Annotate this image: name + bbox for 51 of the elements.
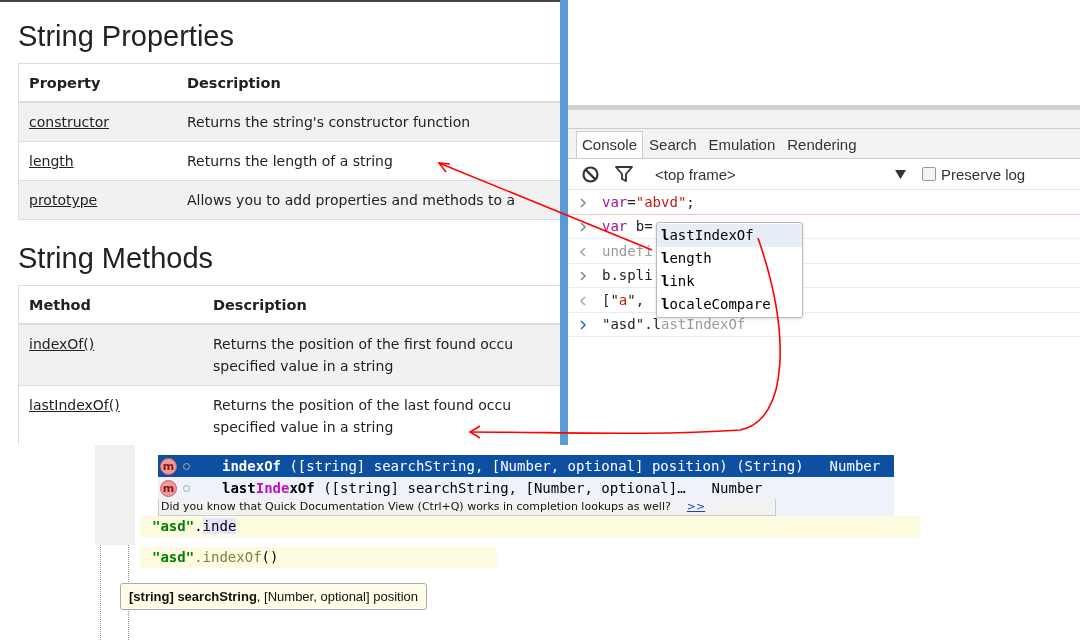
- filter-icon[interactable]: [615, 165, 633, 183]
- chevron-right-icon: [580, 271, 587, 282]
- column-header: Property: [29, 74, 101, 91]
- chevron-left-icon: [580, 246, 587, 257]
- checkbox-label: Preserve log: [941, 165, 1026, 183]
- parameter-tooltip: [string] searchString, [Number, optional] position: [120, 583, 427, 610]
- description-text: specified value in a string: [213, 418, 394, 437]
- description-text: Returns the position of the last found occu: [213, 396, 511, 415]
- section-heading: String Methods: [18, 242, 214, 275]
- description-text: Returns the string's constructor function: [187, 113, 471, 132]
- description-text: Returns the position of the first found occu: [213, 335, 514, 354]
- section-heading: String Properties: [18, 20, 234, 53]
- completion-item[interactable]: m indexOf ([string] searchString, [Number, optional] position) (String) Number: [158, 455, 895, 477]
- reference-link[interactable]: indexOf(): [29, 336, 95, 352]
- devtools-tab[interactable]: Console: [576, 131, 644, 158]
- column-header: Method: [29, 296, 91, 313]
- column-header: Description: [187, 74, 281, 91]
- devtools-tab[interactable]: Search: [643, 131, 703, 158]
- devtools-tab[interactable]: Rendering: [781, 131, 863, 158]
- chevron-right-icon: [580, 320, 587, 331]
- method-icon: m: [160, 479, 177, 497]
- console-line: undefi: [602, 242, 653, 259]
- suggestion-item[interactable]: lastIndexOf: [657, 224, 802, 247]
- reference-link[interactable]: length: [29, 153, 74, 169]
- suggestion-item[interactable]: link: [657, 270, 802, 293]
- column-header: Description: [213, 296, 307, 313]
- hint-text: Did you know that Quick Documentation View (Ctrl+Q) works in completion lookups as well?: [161, 500, 671, 513]
- chevron-right-icon: [580, 222, 587, 233]
- method-icon: m: [160, 457, 177, 475]
- chevron-left-icon: [580, 295, 587, 306]
- clear-icon[interactable]: [582, 165, 599, 183]
- more-link[interactable]: >>: [686, 500, 706, 513]
- description-text: Returns the length of a string: [187, 152, 393, 171]
- devtools-tab[interactable]: Emulation: [702, 131, 782, 158]
- suggestion-item[interactable]: length: [657, 247, 802, 270]
- console-line: var="abvd";: [602, 193, 695, 210]
- console-line: "asd".lastIndexOf: [602, 316, 746, 333]
- reference-link[interactable]: prototype: [29, 192, 98, 208]
- console-line: b.spli: [602, 267, 653, 284]
- console-line: ["a",: [602, 291, 645, 308]
- console-line: var b=: [602, 218, 653, 235]
- reference-link[interactable]: constructor: [29, 114, 110, 130]
- completion-item[interactable]: m lastIndexOf ([string] searchString, [Number, optional]… Number: [158, 477, 777, 499]
- reference-link[interactable]: lastIndexOf(): [29, 397, 120, 413]
- chevron-right-icon: [580, 197, 587, 208]
- frame-selector[interactable]: <top frame>: [655, 165, 875, 183]
- description-text: Allows you to add properties and methods to a: [187, 191, 516, 210]
- preserve-log-checkbox[interactable]: [922, 167, 936, 181]
- description-text: specified value in a string: [213, 357, 394, 376]
- suggestion-item[interactable]: localeCompare: [657, 293, 802, 316]
- dropdown-arrow-icon[interactable]: [895, 169, 906, 179]
